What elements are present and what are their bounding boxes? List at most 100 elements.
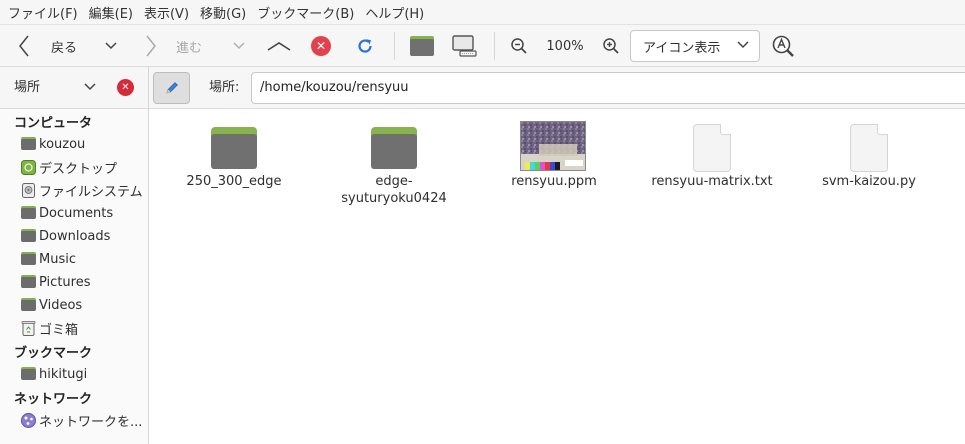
folder-icon (211, 127, 257, 169)
sidebar-item-documents[interactable]: Documents (21, 203, 113, 223)
desktop-icon (21, 159, 36, 175)
file-name-line-1: edge- (375, 174, 413, 189)
sidebar-item-label: Downloads (39, 228, 111, 244)
folder-icon (21, 251, 36, 267)
file-name: svm-kaizou.py (822, 174, 916, 189)
trash-icon (21, 320, 36, 336)
filesystem-icon (22, 182, 35, 198)
file-name-line-2: syuturyoku0424 (341, 191, 447, 206)
sidebar-item-music[interactable]: Music (21, 249, 76, 269)
reload-icon (358, 39, 372, 53)
chevron-down-icon (105, 42, 117, 50)
sidebar-item-desktop[interactable]: デスクトップ (21, 157, 117, 177)
sidebar-item-hikitugi[interactable]: hikitugi (21, 364, 87, 384)
toolbar-separator (394, 32, 395, 60)
text-file-icon (850, 124, 888, 172)
chevron-down-icon (737, 39, 749, 52)
menu-help[interactable]: ヘルプ(H) (363, 3, 433, 22)
file-item-250-300-edge[interactable]: 250_300_edge (179, 109, 289, 209)
up-icon[interactable] (264, 25, 294, 67)
forward-icon[interactable] (141, 25, 161, 67)
sidebar-item-filesystem[interactable]: ファイルシステム (21, 180, 143, 200)
view-mode-select[interactable]: アイコン表示 (630, 30, 760, 62)
file-item-rensyuu-ppm[interactable]: rensyuu.ppm (499, 109, 609, 209)
sidebar-item-label: Pictures (39, 274, 91, 290)
view-mode-value: アイコン表示 (643, 40, 721, 56)
sidebar-item-label: ゴミ箱 (39, 322, 79, 338)
sidebar-item-label: Documents (39, 205, 114, 221)
menu-bookmarks[interactable]: ブックマーク(B) (255, 3, 363, 22)
home-folder-button[interactable] (407, 25, 437, 67)
folder-icon (21, 136, 36, 152)
network-icon (21, 412, 36, 428)
back-icon[interactable] (14, 25, 34, 67)
side-pane-selector-label[interactable]: 場所 (14, 67, 40, 109)
sidebar-item-kouzou[interactable]: kouzou (21, 134, 85, 154)
folder-icon (21, 205, 36, 221)
file-name: rensyuu.ppm (511, 174, 597, 189)
text-file-icon (693, 124, 731, 172)
sidebar-item-label: ネットワークを... (39, 414, 143, 430)
sidebar-item-downloads[interactable]: Downloads (21, 226, 110, 246)
zoom-in-icon (603, 38, 619, 54)
stop-icon: ✕ (311, 36, 331, 56)
stop-button[interactable]: ✕ (309, 25, 333, 67)
sidebar-item-network[interactable]: ネットワークを... (21, 410, 142, 430)
sidebar-item-label: Videos (39, 297, 83, 313)
file-item-svm-kaizou-py[interactable]: svm-kaizou.py (811, 109, 927, 209)
zoom-in-button[interactable] (598, 25, 624, 67)
pane-separator (148, 67, 149, 109)
folder-icon (21, 366, 36, 382)
sidebar-item-label: Music (39, 251, 76, 267)
search-button[interactable] (768, 25, 798, 67)
toolbar-separator (494, 32, 495, 60)
menu-file[interactable]: ファイル(F) (6, 3, 87, 22)
zoom-out-button[interactable] (506, 25, 532, 67)
folder-icon (21, 274, 36, 290)
file-name: 250_300_edge (186, 174, 282, 189)
computer-button[interactable] (448, 25, 480, 67)
sidebar: コンピュータ kouzou デスクトップ ファイルシステム Documents (0, 109, 148, 444)
close-side-pane-icon[interactable]: ✕ (117, 79, 134, 96)
search-icon (772, 35, 794, 57)
toolbar: 戻る 進む ✕ 100% アイコン表示 (0, 25, 965, 67)
menubar: ファイル(F) 編集(E) 表示(V) 移動(G) ブックマーク(B) ヘルプ(… (0, 0, 965, 25)
folder-icon (21, 297, 36, 313)
file-view: 250_300_edge edge- syuturyoku0424 rensyu… (149, 109, 965, 444)
forward-history-button[interactable] (228, 25, 250, 67)
computer-icon (452, 35, 477, 57)
file-item-rensyuu-matrix-txt[interactable]: rensyuu-matrix.txt (645, 109, 779, 209)
location-label: 場所: (209, 80, 240, 95)
image-thumbnail-icon (520, 121, 586, 171)
sidebar-item-trash[interactable]: ゴミ箱 (21, 318, 78, 338)
sidebar-item-label: ファイルシステム (39, 184, 143, 200)
folder-icon (410, 36, 434, 56)
forward-button[interactable]: 進む (172, 25, 206, 67)
sidebar-section-bookmarks: ブックマーク (14, 346, 93, 361)
chevron-down-icon (233, 42, 245, 50)
sidebar-item-label: kouzou (39, 136, 86, 152)
toggle-location-entry-button[interactable] (153, 72, 190, 104)
sidebar-section-computer: コンピュータ (14, 116, 93, 131)
sidebar-item-videos[interactable]: Videos (21, 295, 82, 315)
folder-icon (371, 127, 417, 169)
zoom-out-icon (511, 38, 527, 54)
chevron-down-icon[interactable] (84, 67, 96, 109)
file-manager-window: ファイル(F) 編集(E) 表示(V) 移動(G) ブックマーク(B) ヘルプ(… (0, 0, 965, 444)
sidebar-item-pictures[interactable]: Pictures (21, 272, 90, 292)
menu-go[interactable]: 移動(G) (198, 3, 255, 22)
file-name: rensyuu-matrix.txt (651, 174, 773, 189)
folder-icon (21, 228, 36, 244)
location-bar: 場所 ✕ 場所: /home/kouzou/rensyuu (0, 67, 965, 109)
location-input[interactable]: /home/kouzou/rensyuu (251, 72, 965, 104)
file-item-edge-syuturyoku0424[interactable]: edge- syuturyoku0424 (335, 109, 453, 209)
sidebar-item-label: hikitugi (39, 366, 88, 382)
pencil-icon (166, 82, 178, 94)
back-history-button[interactable] (100, 25, 122, 67)
zoom-level[interactable]: 100% (542, 25, 588, 67)
back-button[interactable]: 戻る (48, 25, 80, 67)
sidebar-item-label: デスクトップ (39, 161, 118, 177)
menu-edit[interactable]: 編集(E) (87, 3, 142, 22)
reload-button[interactable] (352, 25, 378, 67)
menu-view[interactable]: 表示(V) (142, 3, 198, 22)
